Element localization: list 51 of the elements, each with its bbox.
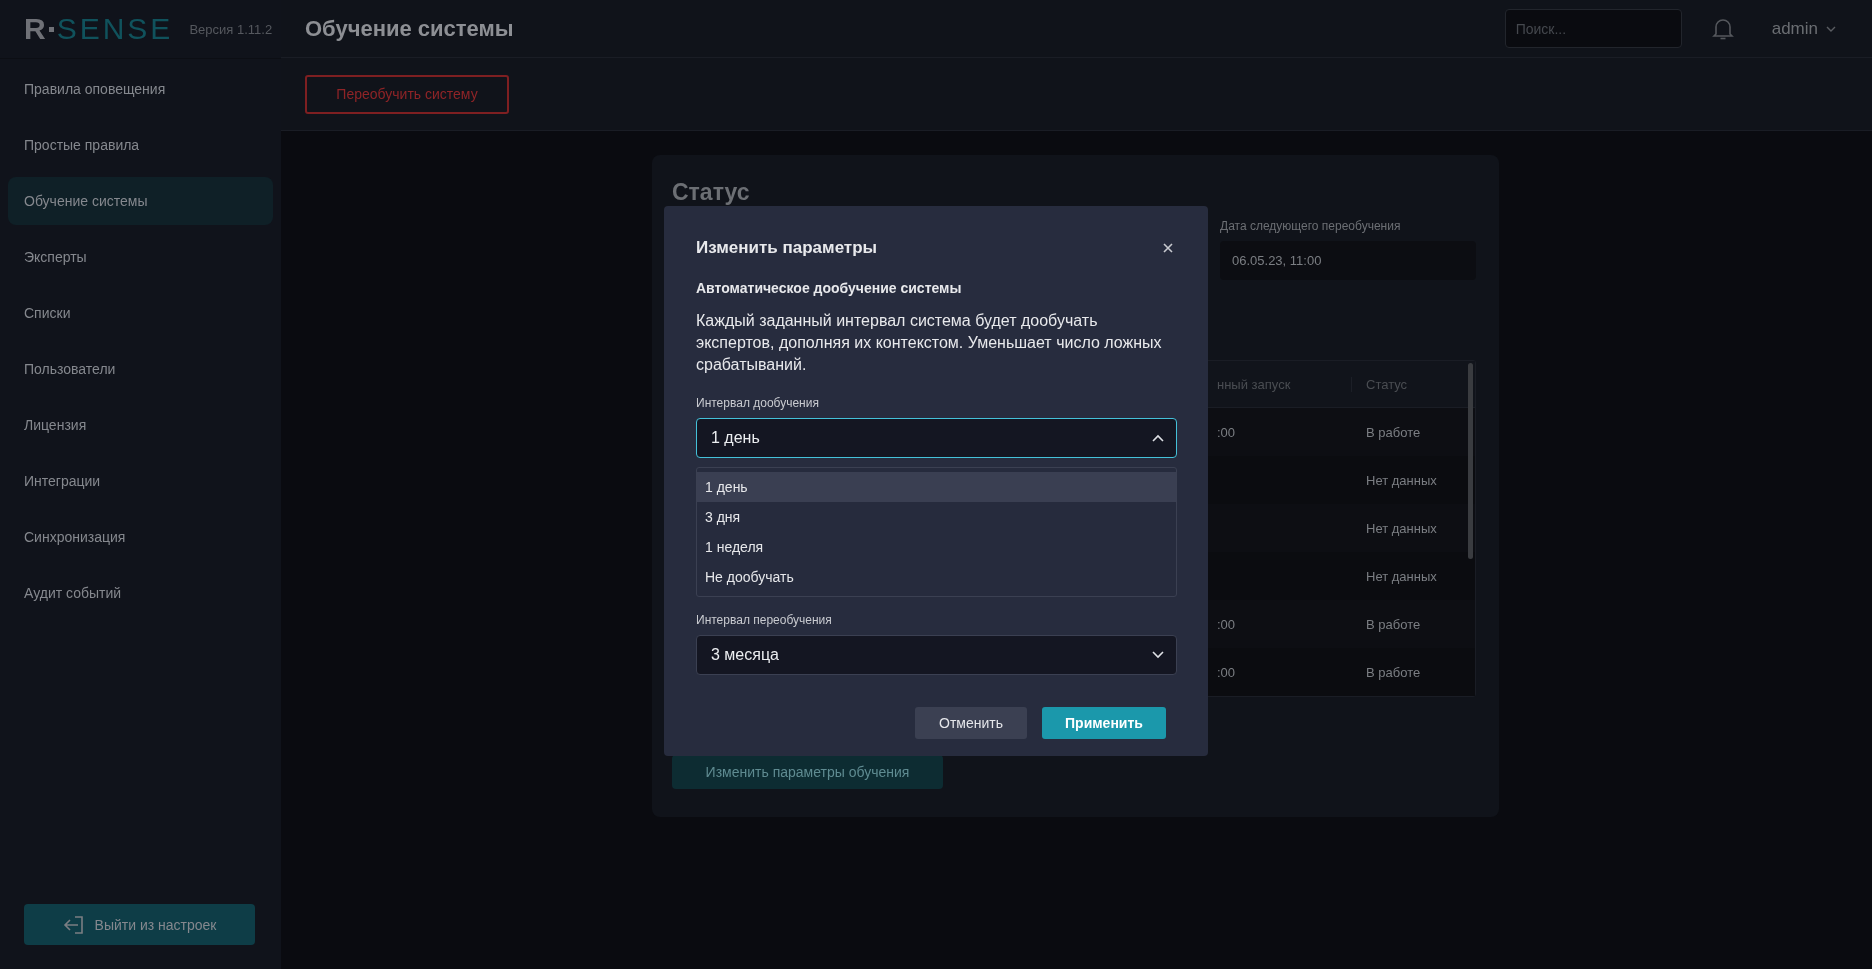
sidebar-item[interactable]: Аудит событий <box>8 569 273 617</box>
sidebar-item[interactable]: Списки <box>8 289 273 337</box>
cancel-button[interactable]: Отменить <box>915 707 1027 739</box>
field-label: Интервал дообучения <box>696 396 820 410</box>
table-cell-text: :00 <box>1217 424 1237 440</box>
card-title: Статус <box>672 179 751 207</box>
table-cell-text: Нет данных <box>1365 472 1438 488</box>
sidebar-item[interactable]: Лицензия <box>8 401 273 449</box>
dropdown-option[interactable]: 3 дня <box>697 502 1176 532</box>
section-title: Автоматическое дообучение системы <box>696 280 963 296</box>
field-label: Дата следующего переобучения <box>1220 219 1402 233</box>
sidebar-item[interactable]: Пользователи <box>8 345 273 393</box>
page-title: Обучение системы <box>305 15 515 42</box>
close-icon <box>1163 243 1173 253</box>
logo: R SENSE <box>24 12 174 46</box>
exit-button[interactable]: Выйти из настроек <box>24 904 255 945</box>
field-label: Интервал переобучения <box>696 613 833 627</box>
description-text: Каждый заданный интервал система будет дообучать экспертов, дополняя их контекстом. Уменьшает число ложных срабатываний. <box>696 311 1163 375</box>
sidebar-item[interactable]: Синхронизация <box>8 513 273 561</box>
bell-icon[interactable] <box>1711 16 1734 41</box>
table-cell-text: Нет данных <box>1365 520 1438 536</box>
table-cell-text: :00 <box>1217 616 1237 632</box>
column-header: нный запуск <box>1217 376 1292 392</box>
column-header: Статус <box>1351 376 1467 392</box>
scrollbar[interactable] <box>1468 363 1473 559</box>
sidebar-item[interactable]: Правила оповещения <box>8 65 273 113</box>
select-field[interactable]: 1 день <box>696 418 1177 458</box>
sidebar-item[interactable]: Эксперты <box>8 233 273 281</box>
chevron-down-icon <box>1152 651 1164 659</box>
exit-icon <box>62 914 85 935</box>
user-menu[interactable]: admin <box>1771 18 1836 39</box>
table-cell-text: Нет данных <box>1365 568 1438 584</box>
apply-button[interactable]: Применить <box>1042 707 1166 739</box>
table-cell-text: В работе <box>1365 424 1422 440</box>
dropdown-option[interactable]: 1 день <box>697 472 1176 502</box>
table-cell-text: В работе <box>1365 616 1422 632</box>
version-label: Версия 1.11.2 <box>189 21 273 37</box>
table-cell-text: В работе <box>1365 664 1422 680</box>
table-cell-text: :00 <box>1217 664 1237 680</box>
sidebar-item[interactable]: Интеграции <box>8 457 273 505</box>
edit-settings-button[interactable]: Изменить параметры обучения <box>672 755 943 789</box>
search-field[interactable]: Поиск... <box>1504 9 1682 48</box>
dialog-title: Изменить параметры <box>696 238 878 258</box>
chevron-down-icon <box>1826 25 1836 32</box>
dropdown-option[interactable]: 1 неделя <box>697 532 1176 562</box>
sidebar-item[interactable]: Обучение системы <box>8 177 273 225</box>
date-field: 06.05.23, 11:00 <box>1220 241 1476 280</box>
dropdown-option[interactable]: Не дообучать <box>697 562 1176 592</box>
chevron-up-icon <box>1152 434 1164 442</box>
select-field[interactable]: 3 месяца <box>696 635 1177 675</box>
sidebar-item[interactable]: Простые правила <box>8 121 273 169</box>
